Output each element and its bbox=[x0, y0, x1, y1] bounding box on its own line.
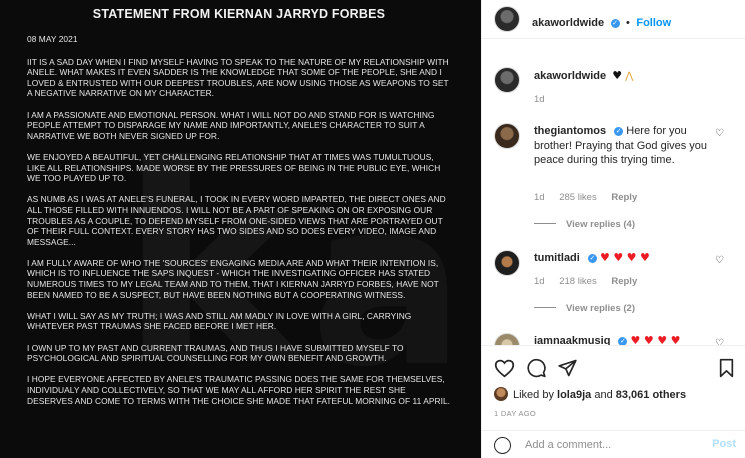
caption-time[interactable]: 1d bbox=[534, 94, 545, 105]
statement-paragraph: IIT IS A SAD DAY WHEN I FIND MYSELF HAVI… bbox=[27, 56, 449, 99]
comment-username[interactable]: thegiantomos bbox=[534, 125, 606, 137]
heart-outline-icon[interactable]: ♡ bbox=[715, 128, 724, 139]
statement-paragraph: I AM A PASSIONATE AND EMOTIONAL PERSON. … bbox=[27, 109, 435, 141]
divider bbox=[534, 223, 556, 224]
view-replies-button[interactable]: View replies (2) bbox=[534, 303, 635, 314]
heart-outline-icon[interactable]: ♡ bbox=[715, 255, 724, 266]
avatar[interactable] bbox=[494, 6, 520, 32]
statement-paragraph: I AM FULLY AWARE OF WHO THE 'SOURCES' EN… bbox=[27, 257, 439, 300]
verified-badge-icon: ✓ bbox=[618, 337, 628, 345]
verified-badge-icon: ✓ bbox=[610, 19, 620, 28]
heart-outline-icon[interactable]: ♡ bbox=[715, 338, 724, 345]
caption-username[interactable]: akaworldwide bbox=[534, 70, 606, 82]
avatar[interactable] bbox=[494, 67, 520, 93]
view-replies-button[interactable]: View replies (4) bbox=[534, 219, 635, 230]
bookmark-icon[interactable] bbox=[717, 358, 736, 378]
comment-likes[interactable]: 285 likes bbox=[559, 192, 597, 203]
black-heart-emoji: ♥ bbox=[612, 69, 623, 82]
like-heart-icon[interactable] bbox=[494, 358, 515, 378]
avatar[interactable] bbox=[494, 333, 520, 345]
share-icon[interactable] bbox=[557, 358, 578, 378]
statement-paragraph: I OWN UP TO MY PAST AND CURRENT TRAUMAS,… bbox=[27, 342, 404, 364]
header-username[interactable]: akaworldwide bbox=[532, 17, 604, 29]
praying-hands-emoji: ⋀ bbox=[625, 71, 634, 82]
avatar[interactable] bbox=[494, 387, 508, 401]
divider bbox=[534, 307, 556, 308]
avatar[interactable] bbox=[494, 123, 520, 149]
statement-text: STATEMENT FROM KIERNAN JARRYD FORBES 08 … bbox=[0, 0, 481, 417]
emoji-icon[interactable] bbox=[494, 437, 511, 454]
statement-title: STATEMENT FROM KIERNAN JARRYD FORBES bbox=[92, 7, 386, 21]
post-actions: Liked by lola9ja and 83,061 others 1 DAY… bbox=[482, 345, 745, 458]
comment-username[interactable]: iamnaakmusiq bbox=[534, 335, 610, 345]
comment-input[interactable] bbox=[525, 436, 695, 454]
follow-button[interactable]: Follow bbox=[636, 17, 671, 29]
post-header: akaworldwide ✓ • Follow bbox=[482, 0, 745, 39]
comments-list[interactable]: akaworldwide ♥ ⋀ 1d thegiantomos ✓ Here … bbox=[482, 40, 745, 345]
statement-paragraph: AS NUMB AS I WAS AT ANELE'S FUNERAL, I T… bbox=[27, 194, 446, 247]
comment-username[interactable]: tumitladi bbox=[534, 252, 580, 264]
post-sidebar: akaworldwide ✓ • Follow akaworldwide ♥ ⋀… bbox=[481, 0, 745, 458]
statement-paragraph: WHAT I WILL SAY AS MY TRUTH; I WAS AND S… bbox=[27, 310, 412, 332]
post-button[interactable]: Post bbox=[712, 438, 736, 450]
red-heart-emoji: ♥ ♥ ♥ ♥ bbox=[630, 334, 681, 345]
liked-by-user[interactable]: lola9ja bbox=[557, 389, 591, 401]
liked-by-count[interactable]: 83,061 others bbox=[616, 389, 686, 401]
avatar[interactable] bbox=[494, 250, 520, 276]
post-time[interactable]: 1 DAY AGO bbox=[494, 409, 536, 418]
statement-paragraph: I HOPE EVERYONE AFFECTED BY ANELE'S TRAU… bbox=[27, 374, 451, 406]
comment-icon[interactable] bbox=[526, 358, 547, 378]
verified-badge-icon: ✓ bbox=[614, 127, 624, 136]
post-image[interactable]: k a STATEMENT FROM KIERNAN JARRYD FORBES… bbox=[0, 0, 481, 458]
separator-dot: • bbox=[626, 17, 630, 29]
red-heart-emoji: ♥ ♥ ♥ ♥ bbox=[599, 251, 650, 264]
statement-date: 08 MAY 2021 bbox=[27, 34, 78, 44]
comment-likes[interactable]: 218 likes bbox=[559, 276, 597, 287]
reply-button[interactable]: Reply bbox=[611, 276, 637, 287]
comment-time[interactable]: 1d bbox=[534, 276, 545, 287]
reply-button[interactable]: Reply bbox=[611, 192, 637, 203]
liked-by: Liked by lola9ja and 83,061 others bbox=[494, 387, 686, 401]
comment-time[interactable]: 1d bbox=[534, 192, 545, 203]
verified-badge-icon: ✓ bbox=[587, 254, 597, 263]
add-comment-bar: Post bbox=[482, 430, 745, 458]
statement-paragraph: WE ENJOYED A BEAUTIFUL, YET CHALLENGING … bbox=[27, 151, 441, 184]
